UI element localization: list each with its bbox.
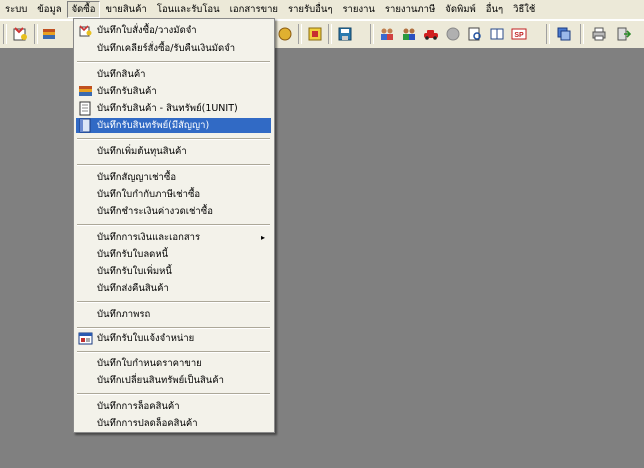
menu-print[interactable]: จัดพิมพ์: [440, 1, 481, 18]
purchase-menu-dropdown: บันทึกใบสั่งซื้อ/วางมัดจำ บันทึกเคลียร์ส…: [73, 18, 275, 433]
menu-item-label: บันทึกการปลดล็อคสินค้า: [97, 418, 198, 429]
menu-separator: [77, 301, 270, 303]
menu-separator: [77, 164, 270, 166]
menu-item-car-photo[interactable]: บันทึกภาพรถ: [76, 307, 271, 322]
menu-item-label: บันทึกรับใบแจ้งจำหน่าย: [97, 333, 195, 344]
menu-item-label: บันทึกการล็อคสินค้า: [97, 401, 180, 412]
search-doc-icon[interactable]: [466, 25, 484, 43]
menu-item-unlock-product[interactable]: บันทึกการปลดล็อคสินค้า: [76, 416, 271, 431]
menu-item-label: บันทึกส่งคืนสินค้า: [97, 283, 169, 294]
menu-item-receive-goods[interactable]: บันทึกรับสินค้า: [76, 84, 271, 99]
menu-item-label: บันทึกชำระเงินค่างวดเช่าซื้อ: [97, 206, 213, 217]
menu-other-income[interactable]: รายรับอื่นๆ: [283, 1, 337, 18]
calendar-icon[interactable]: [276, 25, 294, 43]
menu-item-sale-price[interactable]: บันทึกใบกำหนดราคาขาย: [76, 356, 271, 371]
menu-separator: [77, 351, 270, 353]
menu-others[interactable]: อื่นๆ: [481, 1, 508, 18]
menu-item-label: บันทึกการเงินและเอกสาร: [97, 232, 201, 243]
menu-item-asset-to-product[interactable]: บันทึกเปลี่ยนสินทรัพย์เป็นสินค้า: [76, 373, 271, 388]
menu-item-hire-purchase-contract[interactable]: บันทึกสัญญาเช่าซื้อ: [76, 170, 271, 185]
menu-item-receive-asset-unit[interactable]: บันทึกรับสินค้า - สินทรัพย์(1UNIT): [76, 101, 271, 116]
menu-sales[interactable]: ขายสินค้า: [100, 1, 151, 18]
menu-item-label: บันทึกรับใบลดหนี้: [97, 249, 169, 260]
exit-icon[interactable]: [614, 25, 632, 43]
menu-help[interactable]: วิธีใช้: [508, 1, 540, 18]
menu-item-label: บันทึกใบสั่งซื้อ/วางมัดจำ: [97, 25, 197, 36]
people-icon[interactable]: [378, 25, 396, 43]
toolbar-separator: [580, 24, 584, 44]
menu-item-debit-note[interactable]: บันทึกรับใบเพิ่มหนี้: [76, 264, 271, 279]
sheet-icon[interactable]: [306, 25, 324, 43]
car-icon[interactable]: [422, 25, 440, 43]
toolbar-separator: [34, 24, 38, 44]
menu-purchase[interactable]: จัดซื้อ: [66, 1, 101, 18]
purchase-order-icon[interactable]: [11, 25, 29, 43]
menu-reports[interactable]: รายงาน: [337, 1, 379, 18]
menu-item-label: บันทึกภาพรถ: [97, 309, 151, 320]
menu-item-finance-docs[interactable]: บันทึกการเงินและเอกสาร ▸: [76, 230, 271, 245]
user-pair-icon[interactable]: [400, 25, 418, 43]
form-icon: [78, 331, 93, 346]
toolbar-separator: [328, 24, 332, 44]
menu-item-return-goods[interactable]: บันทึกส่งคืนสินค้า: [76, 281, 271, 296]
toolbar-separator: [298, 24, 302, 44]
menu-system[interactable]: ระบบ: [0, 1, 32, 18]
menu-item-label: บันทึกสินค้า: [97, 69, 146, 80]
menu-item-record-product[interactable]: บันทึกสินค้า: [76, 67, 271, 82]
menu-item-label: บันทึกรับสินค้า - สินทรัพย์(1UNIT): [97, 103, 238, 114]
menu-item-add-cost[interactable]: บันทึกเพิ่มต้นทุนสินค้า: [76, 144, 271, 159]
menu-separator: [77, 224, 270, 226]
menu-item-label: บันทึกเพิ่มต้นทุนสินค้า: [97, 146, 187, 157]
receipt-icon[interactable]: [40, 25, 58, 43]
menu-item-disposal-notice[interactable]: บันทึกรับใบแจ้งจำหน่าย: [76, 331, 271, 346]
doc-icon: [78, 118, 93, 133]
submenu-arrow-icon: ▸: [260, 233, 265, 242]
menu-tax-reports[interactable]: รายงานภาษี: [380, 1, 440, 18]
menu-item-label: บันทึกใบกำหนดราคาขาย: [97, 358, 202, 369]
purchase-order-icon: [78, 23, 93, 38]
toolbar-separator: [546, 24, 550, 44]
book-icon[interactable]: [488, 25, 506, 43]
menu-item-label: บันทึกเปลี่ยนสินทรัพย์เป็นสินค้า: [97, 375, 224, 386]
menu-separator: [77, 327, 270, 329]
menu-item-purchase-order[interactable]: บันทึกใบสั่งซื้อ/วางมัดจำ: [76, 23, 271, 38]
menu-bar: ระบบ ข้อมูล จัดซื้อ ขายสินค้า โอนและรับโ…: [0, 0, 644, 20]
menu-item-label: บันทึกรับใบเพิ่มหนี้: [97, 266, 172, 277]
menu-sales-docs[interactable]: เอกสารขาย: [225, 1, 283, 18]
menu-item-clear-order[interactable]: บันทึกเคลียร์สั่งซื้อ/รับคืนเงินมัดจำ: [76, 41, 271, 56]
page-icon: [78, 101, 93, 116]
menu-item-lock-product[interactable]: บันทึกการล็อคสินค้า: [76, 399, 271, 414]
menu-separator: [77, 393, 270, 395]
books-icon: [78, 84, 93, 99]
menu-item-label: บันทึกเคลียร์สั่งซื้อ/รับคืนเงินมัดจำ: [97, 43, 236, 54]
windows-icon[interactable]: [555, 25, 573, 43]
menu-item-label: บันทึกรับสินทรัพย์(มีสัญญา): [97, 120, 210, 131]
toolbar-separator: [370, 24, 374, 44]
sp-icon[interactable]: SP: [510, 25, 528, 43]
menu-separator: [77, 138, 270, 140]
menu-item-label: บันทึกสัญญาเช่าซื้อ: [97, 172, 177, 183]
disk-icon[interactable]: [336, 25, 354, 43]
menu-item-installment-payment[interactable]: บันทึกชำระเงินค่างวดเช่าซื้อ: [76, 204, 271, 219]
circle-icon[interactable]: [444, 25, 462, 43]
menu-item-hire-purchase-tax-invoice[interactable]: บันทึกใบกำกับภาษีเช่าซื้อ: [76, 187, 271, 202]
printer-icon[interactable]: [590, 25, 608, 43]
toolbar-separator: [3, 24, 7, 44]
menu-separator: [77, 61, 270, 63]
menu-item-credit-note[interactable]: บันทึกรับใบลดหนี้: [76, 247, 271, 262]
menu-item-label: บันทึกใบกำกับภาษีเช่าซื้อ: [97, 189, 201, 200]
menu-item-label: บันทึกรับสินค้า: [97, 86, 157, 97]
menu-data[interactable]: ข้อมูล: [32, 1, 66, 18]
svg-text:SP: SP: [514, 32, 524, 39]
menu-item-receive-asset-contract[interactable]: บันทึกรับสินทรัพย์(มีสัญญา): [76, 118, 271, 133]
menu-transfer[interactable]: โอนและรับโอน: [152, 1, 225, 18]
